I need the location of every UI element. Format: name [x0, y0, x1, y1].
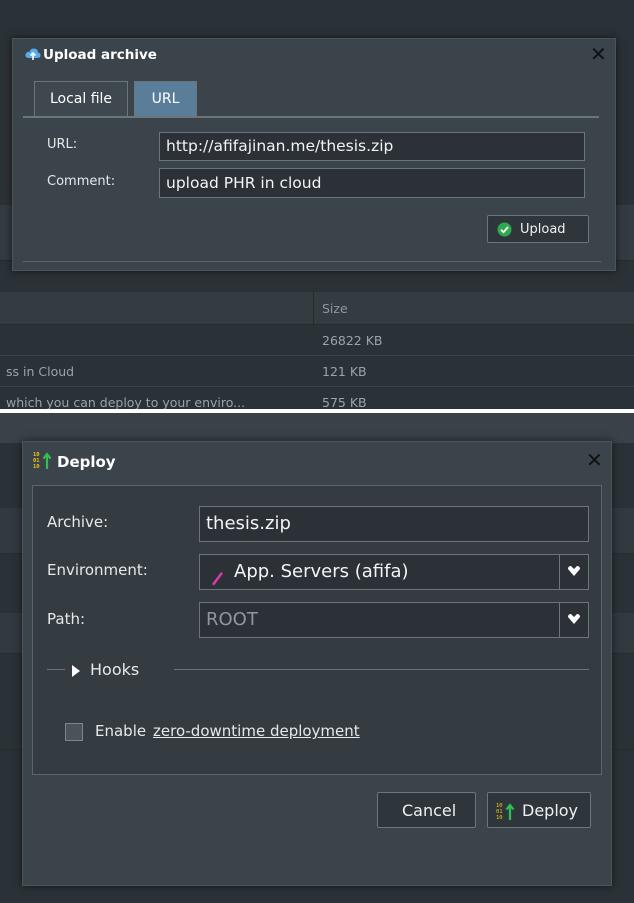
cloud-upload-icon	[25, 46, 41, 65]
dialog-bottom-border	[23, 261, 601, 262]
svg-text:10: 10	[33, 464, 40, 470]
cancel-button[interactable]: Cancel	[377, 792, 476, 828]
tab-label: Local file	[49, 91, 113, 107]
environment-select-value: App. Servers (afifa)	[234, 561, 409, 582]
table-row[interactable]: ss in Cloud 121 KB	[0, 356, 634, 387]
deploy-button[interactable]: 10 01 10 Deploy	[487, 792, 591, 828]
hooks-divider-left	[47, 669, 65, 670]
hooks-label: Hooks	[90, 660, 140, 679]
tab-url[interactable]: URL	[134, 81, 197, 116]
deploy-form: Archive: thesis.zip Environment: App. Se…	[32, 485, 602, 775]
comment-input-value: upload PHR in cloud	[166, 174, 322, 192]
pencil-icon	[210, 564, 224, 589]
hooks-divider-right	[174, 669, 589, 670]
dialog-title: Deploy	[57, 453, 116, 471]
zero-downtime-option[interactable]: Enable zero-downtime deployment	[65, 721, 445, 745]
path-select[interactable]: ROOT	[199, 602, 589, 638]
zero-downtime-prefix: Enable	[95, 722, 151, 740]
path-label: Path:	[47, 610, 86, 628]
file-name-cell: ss in Cloud	[6, 364, 75, 379]
tab-strip-line	[23, 116, 599, 118]
cancel-button-label: Cancel	[402, 801, 457, 820]
tab-label: URL	[151, 91, 180, 107]
upload-button[interactable]: Upload	[487, 215, 589, 243]
column-divider	[313, 292, 314, 324]
deploy-button-label: Deploy	[522, 801, 579, 820]
upload-archive-dialog: Upload archive ✕ Local file URL URL: htt…	[12, 38, 616, 271]
deploy-binary-icon: 10 01 10	[33, 450, 53, 474]
archive-label: Archive:	[47, 513, 109, 531]
file-size-cell: 121 KB	[322, 364, 367, 379]
check-circle-icon	[497, 222, 512, 241]
chevron-down-icon[interactable]	[559, 603, 588, 637]
close-icon[interactable]: ✕	[586, 448, 603, 472]
comment-label: Comment:	[47, 174, 116, 189]
file-size-cell: 26822 KB	[322, 333, 383, 348]
deploy-dialog: 10 01 10 Deploy ✕ Archive: thesis.zip En…	[22, 441, 612, 886]
svg-text:10: 10	[496, 815, 503, 821]
environment-label: Environment:	[47, 561, 148, 579]
upload-screenshot-panel: Size 26822 KB ss in Cloud 121 KB which y…	[0, 0, 634, 409]
checkbox-icon[interactable]	[65, 723, 83, 741]
environment-select[interactable]: App. Servers (afifa)	[199, 554, 589, 590]
comment-input[interactable]: upload PHR in cloud	[159, 168, 585, 198]
file-size-cell: 575 KB	[322, 395, 367, 409]
chevron-down-icon[interactable]	[559, 555, 588, 589]
upload-button-label: Upload	[520, 222, 566, 237]
list-header: Size	[0, 292, 634, 325]
background-window-top	[0, 413, 634, 443]
url-input-value: http://afifajinan.me/thesis.zip	[166, 137, 394, 155]
archive-input-value: thesis.zip	[206, 513, 291, 534]
dialog-titlebar[interactable]: 10 01 10 Deploy ✕	[23, 442, 611, 478]
path-select-value: ROOT	[206, 609, 258, 630]
deploy-binary-icon: 10 01 10	[496, 801, 516, 825]
dialog-title: Upload archive	[43, 47, 157, 63]
dialog-titlebar[interactable]: Upload archive ✕	[13, 39, 615, 69]
size-column-header[interactable]: Size	[322, 301, 348, 316]
zero-downtime-link[interactable]: zero-downtime deployment	[153, 722, 360, 740]
table-row[interactable]: 26822 KB	[0, 325, 634, 356]
url-input[interactable]: http://afifajinan.me/thesis.zip	[159, 132, 585, 161]
close-icon[interactable]: ✕	[590, 42, 607, 66]
file-name-cell: which you can deploy to your enviro...	[6, 395, 246, 409]
tab-local-file[interactable]: Local file	[34, 81, 128, 116]
url-label: URL:	[47, 137, 78, 152]
table-row[interactable]: which you can deploy to your enviro... 5…	[0, 387, 634, 409]
archive-input[interactable]: thesis.zip	[199, 506, 589, 542]
deploy-screenshot-panel: 10 01 10 Deploy ✕ Archive: thesis.zip En…	[0, 413, 634, 903]
caret-right-icon	[71, 663, 81, 682]
